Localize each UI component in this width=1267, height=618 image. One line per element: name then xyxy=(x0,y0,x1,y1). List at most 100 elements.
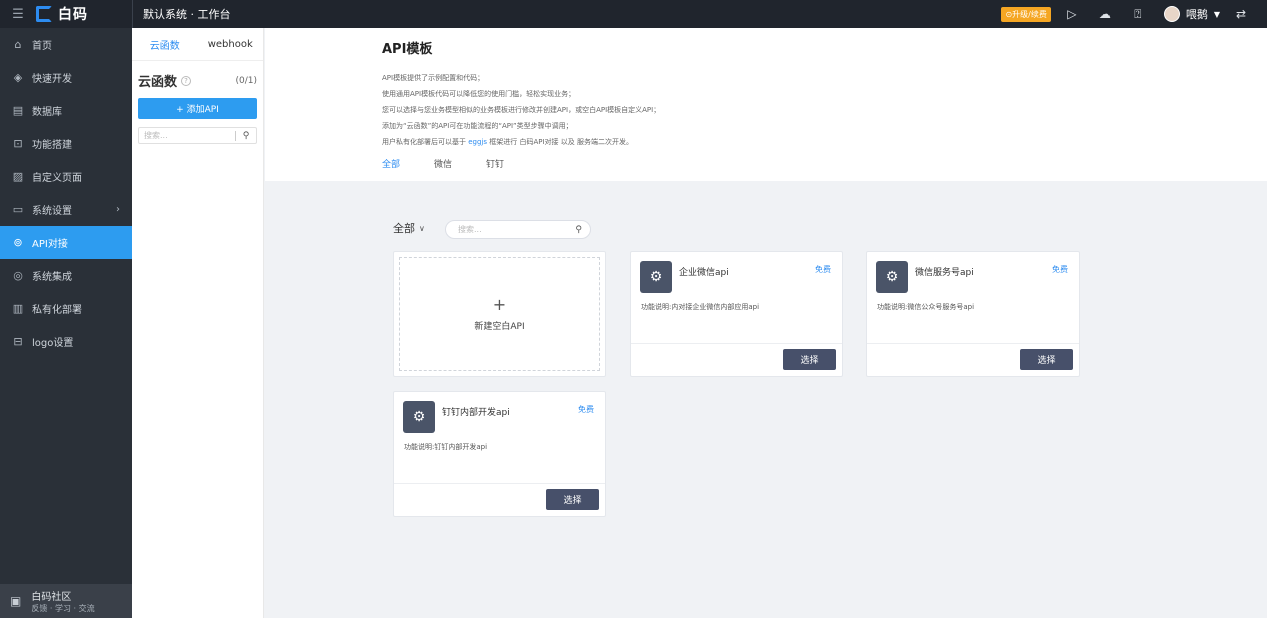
community-link[interactable]: ▣ 白码社区 反馈 · 学习 · 交流 xyxy=(0,584,132,618)
cloud-icon[interactable]: ☁ xyxy=(1098,7,1112,21)
logo-mark-icon xyxy=(36,6,52,22)
community-title: 白码社区 xyxy=(31,592,72,603)
sidebar-item-label: 首页 xyxy=(32,41,52,52)
chip-icon: ⚙ xyxy=(403,401,435,433)
chat-icon: ▣ xyxy=(10,594,22,608)
description-line: 您可以选择与您业务模型相似的业务模板进行修改并创建API，或空白API模板自定义… xyxy=(382,106,661,114)
template-description: 功能说明:钉钉内部开发api xyxy=(404,443,488,451)
divider xyxy=(867,343,1079,344)
description-line: API模板提供了示例配置和代码； xyxy=(382,74,485,82)
add-api-button[interactable]: + 添加API xyxy=(138,98,257,119)
tab-all[interactable]: 全部 xyxy=(382,157,400,170)
top-bar: ☰ 白码 默认系统 · 工作台 ⊙升级/续费 ▷ ☁ ⍰ 喂鹅 ▼ ⇄ xyxy=(0,0,1267,28)
select-button[interactable]: 选择 xyxy=(546,489,599,510)
sidebar-item-label: 数据库 xyxy=(32,107,62,118)
logo: 白码 xyxy=(36,0,132,28)
panel-title-text: 云函数 xyxy=(138,75,178,90)
filter-label: 全部 xyxy=(393,222,415,235)
template-name: 钉钉内部开发api xyxy=(442,408,510,418)
free-badge: 免费 xyxy=(1052,265,1068,274)
sidebar-item-label: 自定义页面 xyxy=(32,173,82,184)
breadcrumb[interactable]: 默认系统 · 工作台 xyxy=(133,6,231,22)
sidebar-item-database[interactable]: ▤ 数据库 xyxy=(0,94,132,127)
sidebar-item-logo-settings[interactable]: ⊟ logo设置 xyxy=(0,325,132,358)
template-card: ⚙ 企业微信api 免费 功能说明:内对接企业微信内部应用api 选择 xyxy=(630,251,843,377)
sidebar-item-function-build[interactable]: ⊡ 功能搭建 xyxy=(0,127,132,160)
sidebar-item-label: 功能搭建 xyxy=(32,140,72,151)
sidebar-item-label: API对接 xyxy=(32,239,68,250)
chevron-down-icon: ▼ xyxy=(1213,9,1220,19)
page-icon: ▨ xyxy=(12,169,24,183)
logo-text: 白码 xyxy=(58,7,88,23)
play-icon[interactable]: ▷ xyxy=(1065,7,1079,21)
category-filter[interactable]: 全部 ∨ xyxy=(393,220,425,236)
database-icon: ▤ xyxy=(12,103,24,117)
function-search-input[interactable]: 搜索... xyxy=(139,130,235,141)
sidebar-item-label: 系统设置 xyxy=(32,206,72,217)
template-header: API模板 API模板提供了示例配置和代码； 使用通用API模板代码可以降低您的… xyxy=(265,28,1267,181)
select-button[interactable]: 选择 xyxy=(783,349,836,370)
divider xyxy=(394,483,605,484)
home-icon: ⌂ xyxy=(14,37,22,51)
template-name: 企业微信api xyxy=(679,268,729,278)
help-icon[interactable]: ? xyxy=(181,75,192,86)
logo-settings-icon: ⊟ xyxy=(13,334,23,348)
user-menu[interactable]: 喂鹅 ▼ xyxy=(1163,6,1220,22)
api-icon: ⊚ xyxy=(13,235,23,249)
sidebar-item-label: logo设置 xyxy=(32,338,74,349)
template-search[interactable]: 搜索... ⚲ xyxy=(445,220,591,239)
function-count: (0/1) xyxy=(235,75,257,86)
panel-title: 云函数 ? xyxy=(138,71,192,90)
avatar[interactable] xyxy=(1163,6,1180,22)
help-book-icon[interactable]: ⍰ xyxy=(1131,7,1145,21)
main-content: API模板 API模板提供了示例配置和代码； 使用通用API模板代码可以降低您的… xyxy=(265,28,1267,618)
page-title: API模板 xyxy=(382,42,433,57)
plus-icon: + xyxy=(492,294,507,314)
sidebar-item-quick-dev[interactable]: ◈ 快速开发 xyxy=(0,61,132,94)
template-search-input[interactable]: 搜索... xyxy=(458,224,575,235)
server-icon: ▥ xyxy=(12,301,24,315)
sidebar-item-label: 私有化部署 xyxy=(32,305,82,316)
sidebar-item-custom-page[interactable]: ▨ 自定义页面 xyxy=(0,160,132,193)
function-search[interactable]: 搜索... ⚲ xyxy=(138,127,257,144)
functions-panel: 云函数 webhook 云函数 ? (0/1) + 添加API 搜索... ⚲ xyxy=(132,28,264,618)
new-blank-api-card[interactable]: + 新建空白API xyxy=(393,251,606,377)
chevron-right-icon: › xyxy=(116,204,120,215)
search-icon[interactable]: ⚲ xyxy=(236,131,256,141)
tab-wechat[interactable]: 微信 xyxy=(434,157,452,170)
tab-dingtalk[interactable]: 钉钉 xyxy=(486,157,504,170)
community-subtitle: 反馈 · 学习 · 交流 xyxy=(31,604,95,613)
user-name: 喂鹅 xyxy=(1185,8,1208,21)
monitor-icon: ▭ xyxy=(12,202,24,216)
sidebar-item-home[interactable]: ⌂ 首页 xyxy=(0,28,132,61)
description-line: 用户私有化部署后可以基于 eggjs 框架进行 白码API对接 以及 服务端二次… xyxy=(382,134,660,150)
free-badge: 免费 xyxy=(578,405,594,414)
tab-cloud-functions[interactable]: 云函数 xyxy=(132,28,198,60)
template-card: ⚙ 微信服务号api 免费 功能说明:微信公众号服务号api 选择 xyxy=(866,251,1080,377)
sidebar-item-label: 系统集成 xyxy=(32,272,72,283)
sidebar-item-system-settings[interactable]: ▭ 系统设置 › xyxy=(0,193,132,226)
sidebar-item-api[interactable]: ⊚ API对接 xyxy=(0,226,132,259)
description: API模板提供了示例配置和代码； 使用通用API模板代码可以降低您的使用门槛，轻… xyxy=(382,70,660,150)
chip-icon: ⚙ xyxy=(876,261,908,293)
upgrade-button[interactable]: ⊙升级/续费 xyxy=(1001,6,1051,22)
sidebar: ⌂ 首页 ◈ 快速开发 ▤ 数据库 ⊡ 功能搭建 ▨ 自定义页面 ▭ 系统设置 › ⊚ API对… xyxy=(0,28,132,618)
tab-webhook[interactable]: webhook xyxy=(198,28,264,60)
cube-icon: ◈ xyxy=(13,70,23,84)
description-line: 添加为“云函数”的API可在功能流程的“API”类型步骤中调用； xyxy=(382,122,573,130)
template-description: 功能说明:内对接企业微信内部应用api xyxy=(641,303,760,311)
switch-icon[interactable]: ⇄ xyxy=(1234,7,1248,21)
template-card: ⚙ 钉钉内部开发api 免费 功能说明:钉钉内部开发api 选择 xyxy=(393,391,606,517)
template-name: 微信服务号api xyxy=(915,268,974,278)
select-button[interactable]: 选择 xyxy=(1020,349,1073,370)
menu-toggle-icon[interactable]: ☰ xyxy=(0,0,36,28)
sidebar-item-private-deploy[interactable]: ▥ 私有化部署 xyxy=(0,292,132,325)
chevron-down-icon: ∨ xyxy=(419,223,425,233)
eggjs-link[interactable]: eggjs xyxy=(468,138,487,146)
sidebar-item-integration[interactable]: ◎ 系统集成 xyxy=(0,259,132,292)
free-badge: 免费 xyxy=(815,265,831,274)
template-description: 功能说明:微信公众号服务号api xyxy=(877,303,975,311)
function-icon: ⊡ xyxy=(13,136,23,150)
search-icon[interactable]: ⚲ xyxy=(575,225,582,235)
template-tabs: 全部 微信 钉钉 xyxy=(382,157,538,170)
